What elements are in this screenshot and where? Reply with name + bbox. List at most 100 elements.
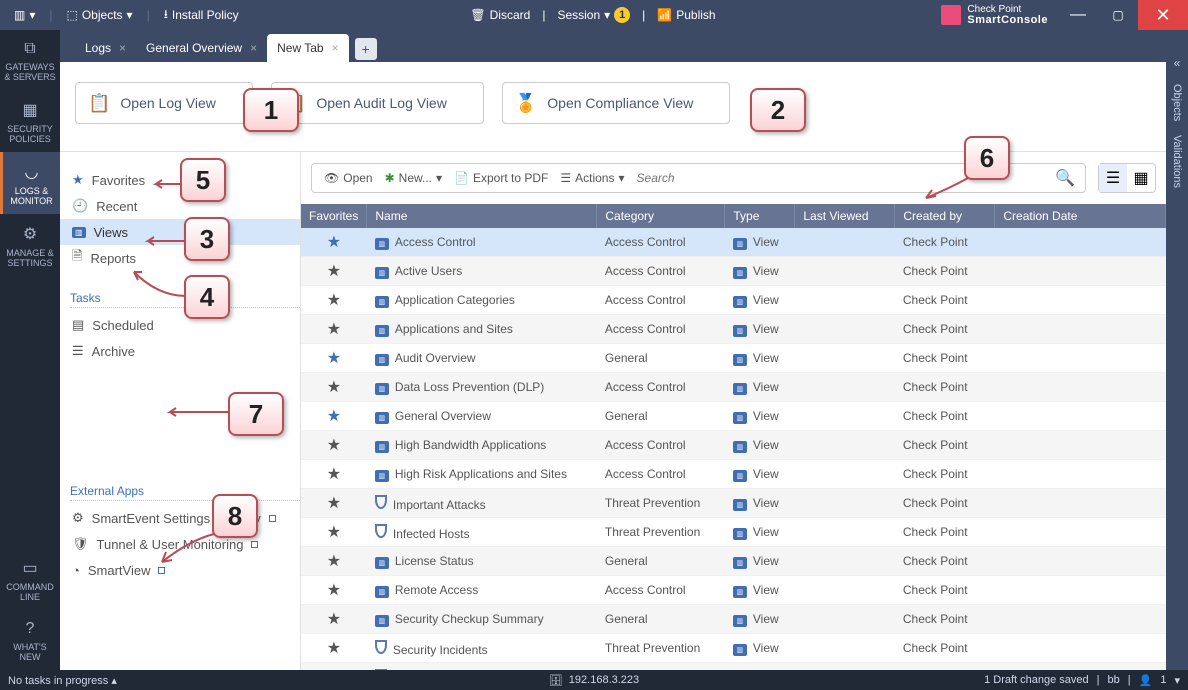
search-icon[interactable]: 🔍 bbox=[1051, 168, 1079, 188]
cell-name: Security Incidents bbox=[367, 634, 597, 663]
maximize-button[interactable]: ▢ bbox=[1098, 0, 1138, 30]
publish-button[interactable]: 📶 Publish bbox=[651, 6, 721, 24]
session-button[interactable]: Session ▾ 1 bbox=[551, 5, 636, 25]
chart-icon: ▥ bbox=[375, 470, 389, 482]
col-category[interactable]: Category bbox=[597, 204, 725, 228]
collapse-icon[interactable]: « bbox=[1174, 56, 1181, 70]
table-row[interactable]: ★Security IncidentsThreat Prevention▥Vie… bbox=[301, 634, 1166, 663]
grid-view-button[interactable]: ▦ bbox=[1127, 164, 1155, 192]
discard-button[interactable]: 🗑 Discard bbox=[464, 6, 536, 24]
install-policy-button[interactable]: ⭳ Install Policy bbox=[158, 3, 245, 28]
database-icon: 🗄 bbox=[549, 674, 563, 687]
table-row[interactable]: ★▥Data Loss Prevention (DLP)Access Contr… bbox=[301, 373, 1166, 402]
sidebar-smartevent[interactable]: ⚙SmartEvent Settings & Policy bbox=[60, 505, 300, 531]
toolbar-new-button[interactable]: ✱New... ▾ bbox=[379, 171, 448, 185]
table-row[interactable]: ★▥Audit OverviewGeneral▥ViewCheck Point bbox=[301, 344, 1166, 373]
favorite-star[interactable]: ★ bbox=[301, 547, 367, 576]
favorite-star[interactable]: ★ bbox=[301, 228, 367, 257]
right-rail-validations[interactable]: Validations bbox=[1171, 135, 1183, 188]
col-favorites[interactable]: Favorites bbox=[301, 204, 367, 228]
chart-icon: ▥ bbox=[375, 383, 389, 395]
cell-category: General bbox=[597, 547, 725, 576]
table-row[interactable]: ★▥High Bandwidth ApplicationsAccess Cont… bbox=[301, 431, 1166, 460]
cell-last-viewed bbox=[795, 228, 895, 257]
app-menu-button[interactable]: ▥ ▾ bbox=[8, 6, 41, 24]
toolbar-export-button[interactable]: 📄Export to PDF bbox=[448, 171, 554, 185]
cell-last-viewed bbox=[795, 431, 895, 460]
favorite-star[interactable]: ★ bbox=[301, 344, 367, 373]
table-row[interactable]: ★▥Access ControlAccess Control▥ViewCheck… bbox=[301, 228, 1166, 257]
tab-new-tab[interactable]: New Tab× bbox=[267, 34, 349, 62]
table-row[interactable]: ★▥Security Checkup SummaryGeneral▥ViewCh… bbox=[301, 605, 1166, 634]
objects-label: Objects bbox=[82, 8, 123, 22]
favorite-star[interactable]: ★ bbox=[301, 489, 367, 518]
callout-5: 5 bbox=[180, 158, 226, 202]
rail-logs[interactable]: ◡ LOGS & MONITOR bbox=[0, 152, 60, 214]
close-icon[interactable]: × bbox=[119, 41, 126, 55]
right-rail-objects[interactable]: Objects bbox=[1171, 84, 1183, 121]
view-icon: ▥ bbox=[733, 644, 747, 656]
view-icon: ▥ bbox=[733, 615, 747, 627]
toolbar-actions-button[interactable]: ☰Actions ▾ bbox=[554, 171, 630, 185]
table-row[interactable]: ★▥Remote AccessAccess Control▥ViewCheck … bbox=[301, 576, 1166, 605]
cell-last-viewed bbox=[795, 373, 895, 402]
table-row[interactable]: ★▥Active UsersAccess Control▥ViewCheck P… bbox=[301, 257, 1166, 286]
table-row[interactable]: ★▥High Risk Applications and SitesAccess… bbox=[301, 460, 1166, 489]
col-last-viewed[interactable]: Last Viewed bbox=[795, 204, 895, 228]
minimize-button[interactable]: — bbox=[1058, 0, 1098, 30]
rail-security[interactable]: ▦ SECURITY POLICIES bbox=[0, 90, 60, 152]
favorite-star[interactable]: ★ bbox=[301, 373, 367, 402]
favorite-star[interactable]: ★ bbox=[301, 257, 367, 286]
table-row[interactable]: ★Threat PreventionThreat Prevention▥View… bbox=[301, 663, 1166, 671]
tab-add-button[interactable]: + bbox=[355, 38, 377, 60]
col-name[interactable]: Name bbox=[367, 204, 597, 228]
sidebar-scheduled[interactable]: ▤Scheduled bbox=[60, 312, 300, 338]
cell-category: General bbox=[597, 344, 725, 373]
tab-general-overview[interactable]: General Overview× bbox=[136, 34, 267, 62]
cell-type: ▥View bbox=[725, 315, 795, 344]
open-log-view-button[interactable]: 📋Open Log View bbox=[75, 82, 253, 124]
favorite-star[interactable]: ★ bbox=[301, 605, 367, 634]
cell-type: ▥View bbox=[725, 431, 795, 460]
cell-created-by: Check Point bbox=[895, 489, 995, 518]
close-button[interactable]: ✕ bbox=[1138, 0, 1188, 30]
toolbar-open-button[interactable]: 👁Open bbox=[318, 171, 379, 185]
table-row[interactable]: ★▥License StatusGeneral▥ViewCheck Point bbox=[301, 547, 1166, 576]
list-view-button[interactable]: ☰ bbox=[1099, 164, 1127, 192]
favorite-star[interactable]: ★ bbox=[301, 576, 367, 605]
cell-type: ▥View bbox=[725, 576, 795, 605]
rail-gateways[interactable]: ⧉ GATEWAYS & SERVERS bbox=[0, 30, 60, 90]
toolbar-actions-label: Actions bbox=[575, 171, 614, 185]
favorite-star[interactable]: ★ bbox=[301, 663, 367, 671]
favorite-star[interactable]: ★ bbox=[301, 286, 367, 315]
close-icon[interactable]: × bbox=[250, 41, 257, 55]
table-row[interactable]: ★Infected HostsThreat Prevention▥ViewChe… bbox=[301, 518, 1166, 547]
col-creation-date[interactable]: Creation Date bbox=[995, 204, 1166, 228]
favorite-star[interactable]: ★ bbox=[301, 634, 367, 663]
favorite-star[interactable]: ★ bbox=[301, 518, 367, 547]
open-audit-log-button[interactable]: 📋Open Audit Log View bbox=[271, 82, 484, 124]
table-row[interactable]: ★▥Applications and SitesAccess Control▥V… bbox=[301, 315, 1166, 344]
rail-manage[interactable]: ⚙ MANAGE & SETTINGS bbox=[0, 214, 60, 276]
favorite-star[interactable]: ★ bbox=[301, 402, 367, 431]
open-compliance-button[interactable]: 🏅Open Compliance View bbox=[502, 82, 730, 124]
col-type[interactable]: Type bbox=[725, 204, 795, 228]
grid: Favorites Name Category Type Last Viewed… bbox=[301, 204, 1166, 670]
col-created-by[interactable]: Created by bbox=[895, 204, 995, 228]
table-row[interactable]: ★▥Application CategoriesAccess Control▥V… bbox=[301, 286, 1166, 315]
close-icon[interactable]: × bbox=[332, 41, 339, 55]
table-row[interactable]: ★Important AttacksThreat Prevention▥View… bbox=[301, 489, 1166, 518]
tab-logs[interactable]: Logs× bbox=[75, 34, 136, 62]
favorite-star[interactable]: ★ bbox=[301, 431, 367, 460]
rail-cmd[interactable]: ▭ COMMAND LINE bbox=[0, 548, 60, 610]
brand-icon bbox=[941, 5, 961, 25]
favorite-star[interactable]: ★ bbox=[301, 315, 367, 344]
objects-button[interactable]: ⬚ Objects ▾ bbox=[61, 6, 139, 24]
favorite-star[interactable]: ★ bbox=[301, 460, 367, 489]
sidebar-archive[interactable]: ☰Archive bbox=[60, 338, 300, 364]
tasks-status[interactable]: No tasks in progress ▴ bbox=[8, 674, 117, 687]
cell-created-by: Check Point bbox=[895, 663, 995, 671]
list-icon: ☰ bbox=[1106, 168, 1120, 188]
rail-whatsnew[interactable]: ? WHAT'S NEW bbox=[0, 610, 60, 670]
table-row[interactable]: ★▥General OverviewGeneral▥ViewCheck Poin… bbox=[301, 402, 1166, 431]
